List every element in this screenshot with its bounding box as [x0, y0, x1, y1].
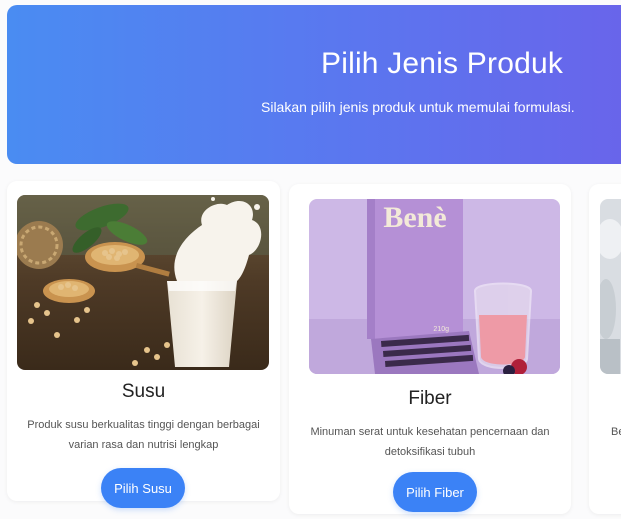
product-selection-page: Pilih Jenis Produk Silakan pilih jenis p… — [0, 0, 621, 519]
box-weight-text: 210g — [433, 326, 449, 333]
hero-banner: Pilih Jenis Produk Silakan pilih jenis p… — [7, 5, 621, 164]
milk-product-image — [17, 195, 269, 370]
page-subtitle: Silakan pilih jenis produk untuk memulai… — [261, 99, 575, 115]
product-description: Minuman serat untuk kesehatan pencernaan… — [310, 426, 550, 458]
choose-susu-button[interactable]: Pilih Susu — [101, 468, 185, 508]
product-title: Fiber — [408, 388, 452, 409]
product-card-partial: Be — [589, 184, 621, 514]
product-title: Susu — [121, 381, 166, 402]
fiber-product-image: Benè 210g — [309, 199, 560, 374]
product-card-susu: Susu Produk susu berkualitas tinggi deng… — [7, 181, 280, 508]
partial-product-image — [600, 199, 621, 374]
product-description: Produk susu berkualitas tinggi dengan be… — [27, 419, 260, 451]
choose-fiber-button[interactable]: Pilih Fiber — [393, 472, 477, 512]
product-description: Be — [611, 426, 621, 438]
bene-logo-text: Benè — [383, 201, 446, 234]
product-card-fiber: Benè 210g Fiber Minuman serat untuk kese… — [289, 184, 571, 514]
page-title: Pilih Jenis Produk — [321, 47, 564, 80]
